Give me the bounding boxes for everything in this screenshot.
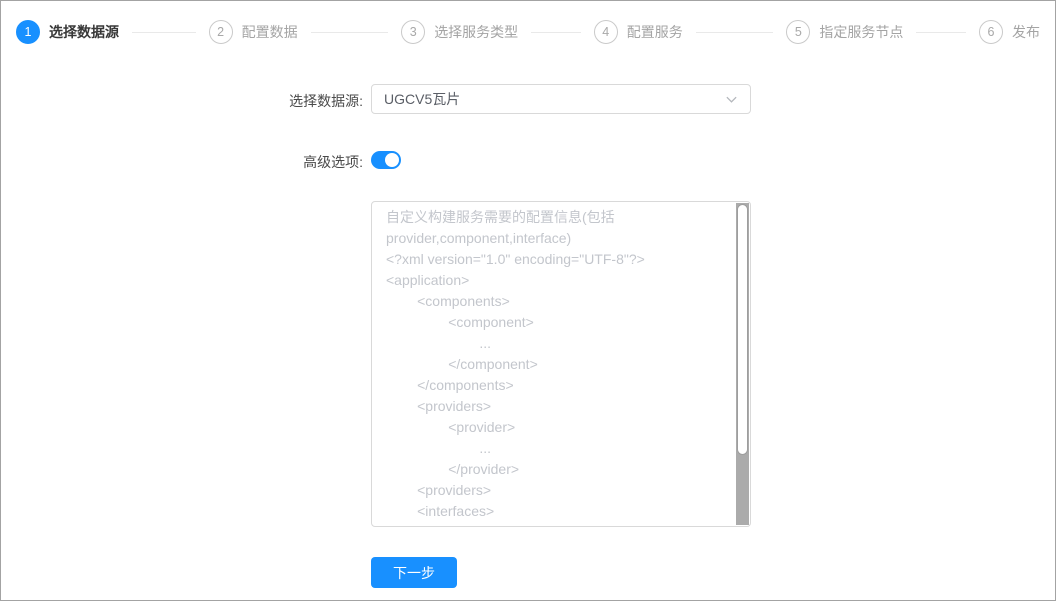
advanced-options-row: 高级选项: [1,151,1055,172]
step-1-number: 1 [24,25,32,39]
chevron-down-icon [726,96,737,103]
step-item-4: 4 配置服务 [593,20,787,44]
step-6-badge: 6 [978,20,1003,44]
step-3-number: 3 [409,25,417,39]
toggle-knob [385,153,399,167]
step-5-number: 5 [794,25,802,39]
config-row: 自定义构建服务需要的配置信息(包括 provider,component,int… [1,201,1055,527]
datasource-label: 选择数据源: [289,93,363,109]
step-item-3: 3 选择服务类型 [401,20,594,44]
step-item-1: 1 选择数据源 [16,20,209,44]
textarea-scrollbar-track[interactable] [736,203,749,525]
step-2-badge: 2 [208,20,233,44]
step-5-label: 指定服务节点 [819,24,904,40]
step-connector [916,31,966,33]
textarea-scrollbar-thumb[interactable] [737,204,748,456]
button-row: 下一步 [1,557,1055,588]
step-3-badge: 3 [401,20,426,44]
datasource-row: 选择数据源: UGCV5瓦片 [1,84,1055,114]
steps-bar: 1 选择数据源 2 配置数据 3 选择服务类型 4 配置服务 5 指定服务节点 … [1,1,1055,63]
advanced-options-label: 高级选项: [303,154,363,170]
config-placeholder-text: 自定义构建服务需要的配置信息(包括 provider,component,int… [386,209,645,519]
step-1-badge: 1 [16,20,40,44]
config-label-spacer [1,201,363,207]
datasource-select[interactable]: UGCV5瓦片 [371,84,751,114]
step-item-2: 2 配置数据 [208,20,402,44]
step-item-6: 6 发布 [978,20,1040,44]
config-textarea[interactable]: 自定义构建服务需要的配置信息(包括 provider,component,int… [371,201,751,527]
advanced-options-toggle[interactable] [371,151,401,169]
step-connector [310,31,389,33]
step-2-label: 配置数据 [241,24,298,40]
step-2-number: 2 [217,25,225,39]
step-1-label: 选择数据源 [49,24,119,40]
step-4-badge: 4 [593,20,618,44]
step-6-label: 发布 [1011,24,1040,40]
step-connector [132,31,196,33]
step-6-number: 6 [987,25,995,39]
next-step-button[interactable]: 下一步 [371,557,457,588]
step-4-number: 4 [602,25,610,39]
step-5-badge: 5 [786,20,811,44]
step-3-label: 选择服务类型 [434,24,519,40]
step-item-5: 5 指定服务节点 [786,20,979,44]
step-connector [695,31,774,33]
datasource-selected-value: UGCV5瓦片 [384,91,461,107]
step-connector [531,31,581,33]
publish-service-wizard-page: 1 选择数据源 2 配置数据 3 选择服务类型 4 配置服务 5 指定服务节点 … [0,0,1056,601]
step-4-label: 配置服务 [626,24,683,40]
